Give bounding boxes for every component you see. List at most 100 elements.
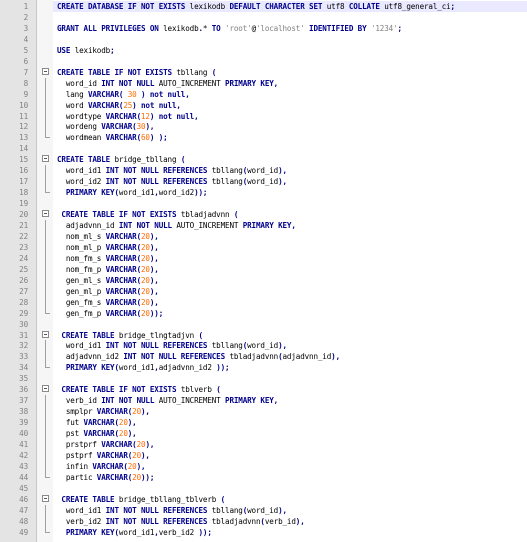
code-line[interactable]: 21 adjadvnn_id INT NOT NULL AUTO_INCREME…: [0, 220, 527, 231]
code-text[interactable]: PRIMARY KEY(word_id1,adjadvnn_id2 ));: [57, 362, 230, 373]
code-line[interactable]: 46 CREATE TABLE bridge_tbllang_tblverb (: [0, 494, 527, 505]
code-line[interactable]: 40 pst VARCHAR(20),: [0, 428, 527, 440]
code-line[interactable]: 19: [0, 198, 527, 209]
code-text[interactable]: word VARCHAR(25) not null,: [57, 100, 181, 111]
code-line[interactable]: 22 nom_ml_s VARCHAR(20),: [0, 230, 527, 242]
code-text[interactable]: CREATE TABLE bridge_tbllang (: [57, 154, 185, 165]
code-text[interactable]: verb_id2 INT NOT NULL REFERENCES tbladja…: [57, 516, 305, 527]
code-text[interactable]: CREATE TABLE bridge_tlngtadjvn (: [57, 330, 203, 341]
code-line[interactable]: 17 word_id2 INT NOT NULL REFERENCES tbll…: [0, 176, 527, 188]
code-line[interactable]: 36 CREATE TABLE IF NOT EXISTS tblverb (: [0, 384, 527, 395]
code-text[interactable]: nom_ml_s VARCHAR(20),: [57, 231, 159, 242]
code-line[interactable]: 16 word_id1 INT NOT NULL REFERENCES tbll…: [0, 165, 527, 177]
code-line[interactable]: 37 verb_id INT NOT NULL AUTO_INCREMENT P…: [0, 395, 527, 407]
code-text[interactable]: word_id1 INT NOT NULL REFERENCES tbllang…: [57, 165, 287, 176]
code-text[interactable]: USE lexikodb;: [57, 45, 115, 56]
code-text[interactable]: CREATE TABLE IF NOT EXISTS tbladjadvnn (: [57, 209, 238, 220]
code-text[interactable]: word_id1 INT NOT NULL REFERENCES tbllang…: [57, 340, 287, 351]
code-text[interactable]: pst VARCHAR(20),: [57, 428, 137, 439]
fold-collapse-icon[interactable]: [42, 155, 49, 163]
code-text[interactable]: PRIMARY KEY(word_id1,verb_id2 ));: [57, 527, 212, 538]
code-text[interactable]: nom_ml_p VARCHAR(20),: [57, 242, 159, 253]
code-line[interactable]: 42 pstprf VARCHAR(20),: [0, 449, 527, 461]
code-line[interactable]: 41 prstprf VARCHAR(20),: [0, 439, 527, 450]
code-text[interactable]: gen_ml_s VARCHAR(20),: [57, 275, 159, 286]
code-line[interactable]: 18 PRIMARY KEY(word_id1,word_id2));: [0, 187, 527, 198]
code-line[interactable]: 20 CREATE TABLE IF NOT EXISTS tbladjadvn…: [0, 209, 527, 220]
code-line[interactable]: 47 word_id1 INT NOT NULL REFERENCES tbll…: [0, 504, 527, 516]
code-line[interactable]: 38 smplpr VARCHAR(20),: [0, 406, 527, 418]
code-text[interactable]: word_id2 INT NOT NULL REFERENCES tbllang…: [57, 176, 287, 187]
code-line[interactable]: 10 word VARCHAR(25) not null,: [0, 99, 527, 111]
code-line[interactable]: 2: [0, 12, 527, 23]
code-line[interactable]: 14: [0, 143, 527, 154]
code-line[interactable]: 1 CREATE DATABASE IF NOT EXISTS lexikodb …: [0, 1, 527, 12]
code-line[interactable]: 4: [0, 34, 527, 45]
code-line[interactable]: 5 USE lexikodb;: [0, 45, 527, 56]
code-text[interactable]: wordmean VARCHAR(60) );: [57, 132, 168, 143]
code-text[interactable]: verb_id INT NOT NULL AUTO_INCREMENT PRIM…: [57, 395, 278, 406]
code-text[interactable]: smplpr VARCHAR(20),: [57, 406, 150, 417]
code-text[interactable]: adjadvnn_id INT NOT NULL AUTO_INCREMENT …: [57, 220, 296, 231]
code-text[interactable]: CREATE TABLE IF NOT EXISTS tbllang (: [57, 67, 216, 78]
code-text[interactable]: GRANT ALL PRIVILEGES ON lexikodb.* TO 'r…: [57, 23, 402, 34]
code-text[interactable]: word_id1 INT NOT NULL REFERENCES tbllang…: [57, 505, 287, 516]
code-line[interactable]: 9 lang VARCHAR( 30 ) not null,: [0, 88, 527, 100]
sql-keyword: INT NOT NULL: [118, 221, 177, 230]
code-text[interactable]: adjadvnn_id2 INT NOT NULL REFERENCES tbl…: [57, 351, 340, 362]
fold-collapse-icon[interactable]: [42, 210, 49, 218]
code-line[interactable]: 35: [0, 373, 527, 384]
code-line[interactable]: 33 adjadvnn_id2 INT NOT NULL REFERENCES …: [0, 351, 527, 363]
code-line[interactable]: 29 gen_fm_p VARCHAR(20));: [0, 307, 527, 319]
code-text[interactable]: pstprf VARCHAR(20),: [57, 450, 150, 461]
code-text[interactable]: nom_fm_s VARCHAR(20),: [57, 253, 159, 264]
code-line[interactable]: 7 CREATE TABLE IF NOT EXISTS tbllang (: [0, 67, 527, 78]
code-text[interactable]: CREATE TABLE bridge_tbllang_tblverb (: [57, 494, 225, 505]
code-line[interactable]: 3 GRANT ALL PRIVILEGES ON lexikodb.* TO '…: [0, 23, 527, 34]
sql-keyword: CREATE TABLE IF NOT EXISTS: [61, 385, 181, 395]
code-line[interactable]: 6: [0, 56, 527, 67]
code-text[interactable]: CREATE DATABASE IF NOT EXISTS lexikodb D…: [57, 1, 455, 12]
code-text[interactable]: wordeng VARCHAR(30),: [57, 121, 155, 132]
code-line[interactable]: 24 nom_fm_s VARCHAR(20),: [0, 252, 527, 264]
code-line[interactable]: 45: [0, 483, 527, 494]
fold-collapse-icon[interactable]: [42, 67, 49, 75]
code-line[interactable]: 31 CREATE TABLE bridge_tlngtadjvn (: [0, 330, 527, 341]
code-line[interactable]: 25 nom_fm_p VARCHAR(20),: [0, 263, 527, 275]
code-editor[interactable]: 1 CREATE DATABASE IF NOT EXISTS lexikodb …: [0, 0, 527, 542]
fold-collapse-icon[interactable]: [42, 330, 49, 338]
code-text[interactable]: gen_fm_p VARCHAR(20));: [57, 308, 163, 319]
code-line[interactable]: 43 infin VARCHAR(20),: [0, 460, 527, 472]
code-text[interactable]: fut VARCHAR(20),: [57, 417, 137, 428]
code-text[interactable]: prstprf VARCHAR(20),: [57, 439, 155, 450]
code-line[interactable]: 48 verb_id2 INT NOT NULL REFERENCES tbla…: [0, 515, 527, 527]
fold-collapse-icon[interactable]: [42, 385, 49, 393]
code-text[interactable]: partic VARCHAR(20));: [57, 472, 155, 483]
code-text[interactable]: word_id INT NOT NULL AUTO_INCREMENT PRIM…: [57, 78, 278, 89]
sql-keyword: VARCHAR: [105, 297, 137, 307]
code-line[interactable]: 49 PRIMARY KEY(word_id1,verb_id2 ));: [0, 526, 527, 538]
code-text[interactable]: PRIMARY KEY(word_id1,word_id2));: [57, 187, 208, 198]
code-line[interactable]: 27 gen_ml_p VARCHAR(20),: [0, 285, 527, 297]
code-line[interactable]: 26 gen_ml_s VARCHAR(20),: [0, 274, 527, 286]
code-line[interactable]: 8 word_id INT NOT NULL AUTO_INCREMENT PR…: [0, 77, 527, 89]
code-line[interactable]: 23 nom_ml_p VARCHAR(20),: [0, 241, 527, 253]
code-line[interactable]: 28 gen_fm_s VARCHAR(20),: [0, 296, 527, 308]
code-text[interactable]: gen_fm_s VARCHAR(20),: [57, 297, 159, 308]
code-text[interactable]: wordtype VARCHAR(12) not null,: [57, 111, 199, 122]
code-text[interactable]: gen_ml_p VARCHAR(20),: [57, 286, 159, 297]
code-line[interactable]: 12 wordeng VARCHAR(30),: [0, 121, 527, 133]
code-line[interactable]: 11 wordtype VARCHAR(12) not null,: [0, 110, 527, 122]
code-line[interactable]: 13 wordmean VARCHAR(60) );: [0, 132, 527, 143]
code-line[interactable]: 34 PRIMARY KEY(word_id1,adjadvnn_id2 ));: [0, 362, 527, 373]
code-line[interactable]: 44 partic VARCHAR(20));: [0, 471, 527, 483]
code-text[interactable]: infin VARCHAR(20),: [57, 461, 146, 472]
code-line[interactable]: 32 word_id1 INT NOT NULL REFERENCES tbll…: [0, 340, 527, 352]
code-text[interactable]: lang VARCHAR( 30 ) not null,: [57, 89, 190, 100]
code-text[interactable]: nom_fm_p VARCHAR(20),: [57, 264, 159, 275]
code-line[interactable]: 39 fut VARCHAR(20),: [0, 417, 527, 429]
fold-collapse-icon[interactable]: [42, 494, 49, 502]
code-text[interactable]: CREATE TABLE IF NOT EXISTS tblverb (: [57, 384, 220, 395]
code-line[interactable]: 30: [0, 319, 527, 330]
code-line[interactable]: 15 CREATE TABLE bridge_tbllang (: [0, 154, 527, 165]
